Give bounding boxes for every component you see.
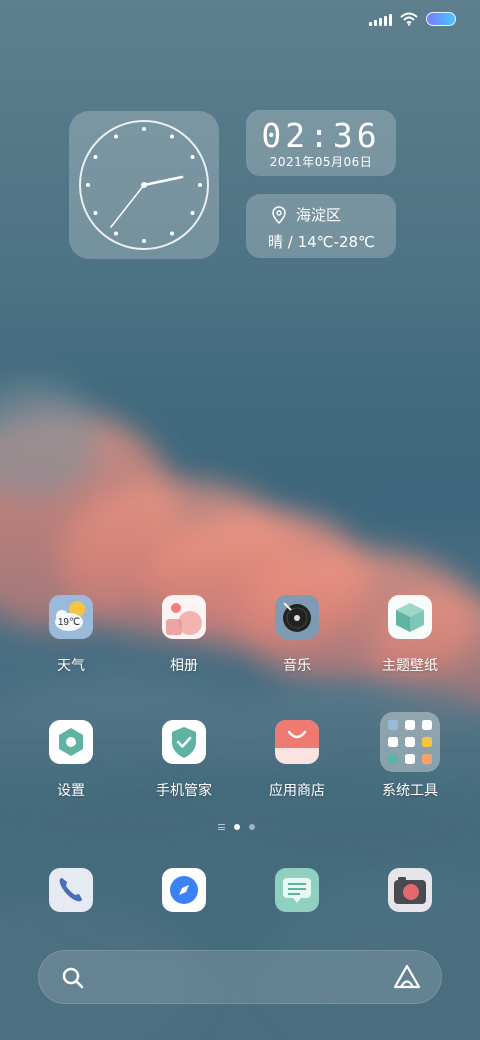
location-pin-icon (272, 205, 286, 224)
app-weather[interactable]: 19℃ 天气 (16, 595, 126, 675)
app-label: 主题壁纸 (382, 658, 438, 674)
weather-summary: 晴 / 14℃-28℃ (268, 233, 375, 251)
clock-widget[interactable] (69, 111, 219, 259)
phone-icon (49, 868, 93, 912)
location-label: 海淀区 (296, 206, 342, 224)
date-display: 2021年05月06日 (269, 155, 373, 169)
app-label: 天气 (57, 658, 85, 674)
wifi-icon (400, 12, 418, 26)
time-display: 02:36 (261, 116, 381, 155)
folder-icon (380, 712, 440, 772)
time-widget[interactable]: 02:36 2021年05月06日 (246, 110, 396, 176)
status-bar (369, 12, 456, 26)
weather-icon-temp: 19℃ (58, 617, 80, 628)
app-gallery[interactable]: 相册 (129, 595, 239, 675)
camera-icon (388, 868, 432, 912)
weather-icon: 19℃ (49, 595, 93, 639)
app-themes[interactable]: 主题壁纸 (355, 595, 465, 675)
app-store-icon (275, 720, 319, 764)
browser-icon (162, 868, 206, 912)
dock-phone[interactable] (16, 868, 126, 912)
battery-icon (426, 12, 456, 26)
page-indicator[interactable] (218, 824, 255, 830)
app-label: 应用商店 (269, 783, 325, 799)
app-music[interactable]: 音乐 (242, 595, 352, 675)
weather-widget[interactable]: 海淀区 晴 / 14℃-28℃ (246, 194, 396, 258)
app-label: 手机管家 (156, 783, 212, 799)
app-label: 音乐 (283, 658, 311, 674)
app-security[interactable]: 手机管家 (129, 720, 239, 800)
settings-icon (49, 720, 93, 764)
app-label: 设置 (57, 783, 85, 799)
signal-bars-icon (369, 12, 392, 26)
app-label: 相册 (170, 658, 198, 674)
messages-icon (275, 868, 319, 912)
assistant-icon[interactable] (393, 964, 421, 990)
themes-icon (388, 595, 432, 639)
app-settings[interactable]: 设置 (16, 720, 126, 800)
gallery-icon (162, 595, 206, 639)
dock-camera[interactable] (355, 868, 465, 912)
menu-lines-icon (218, 824, 225, 830)
security-icon (162, 720, 206, 764)
search-bar[interactable] (38, 950, 442, 1004)
dock-browser[interactable] (129, 868, 239, 912)
app-folder-tools[interactable]: 系统工具 (355, 712, 465, 800)
search-icon[interactable] (61, 966, 85, 990)
page-dot-active (234, 824, 240, 830)
app-store[interactable]: 应用商店 (242, 720, 352, 800)
app-label: 系统工具 (382, 783, 438, 799)
dock-messages[interactable] (242, 868, 352, 912)
page-dot (249, 824, 255, 830)
analog-clock-icon (79, 120, 209, 250)
music-icon (275, 595, 319, 639)
